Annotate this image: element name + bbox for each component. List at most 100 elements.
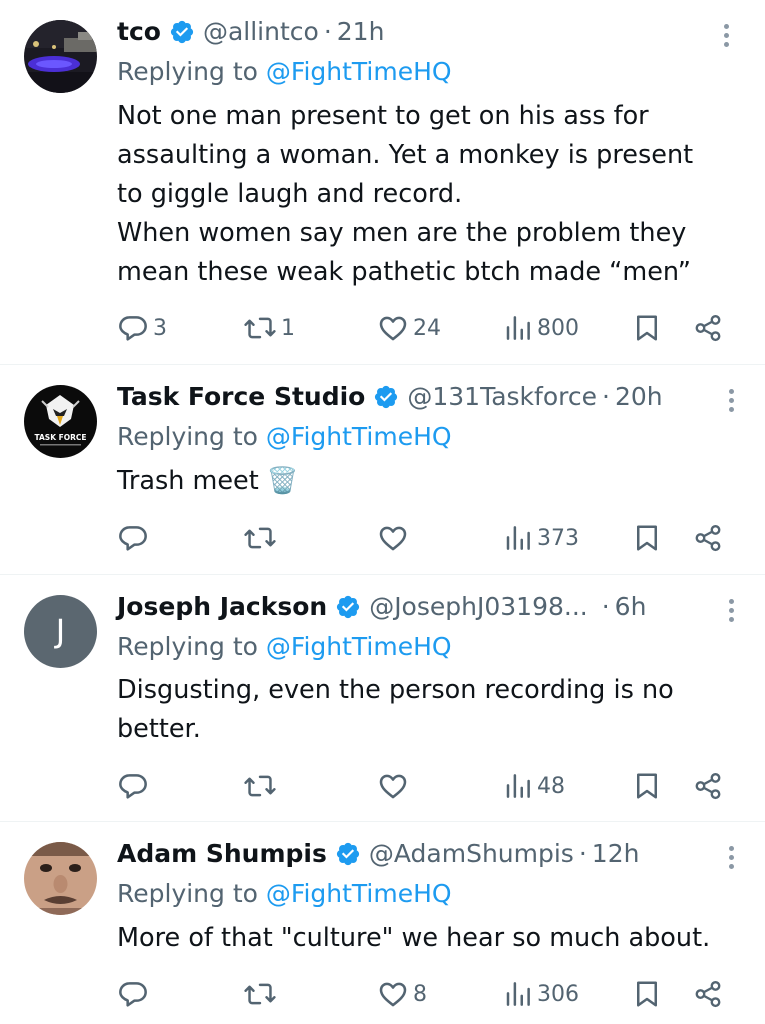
like-count: 8	[413, 981, 427, 1007]
bookmark-icon	[637, 315, 657, 341]
views-button[interactable]: 48	[503, 766, 565, 806]
retweet-button[interactable]	[243, 766, 277, 806]
avatar[interactable]: J	[24, 595, 97, 668]
share-button[interactable]	[693, 974, 723, 1014]
replying-mention[interactable]: @FightTimeHQ	[266, 632, 452, 661]
views-icon	[506, 526, 530, 550]
tweet-text-line: assaulting a woman. Yet a monkey is pres…	[117, 140, 694, 170]
timestamp[interactable]: 6h	[615, 588, 647, 626]
reply-button[interactable]	[117, 974, 149, 1014]
share-button[interactable]	[693, 766, 723, 806]
views-button[interactable]: 373	[503, 518, 579, 558]
verified-badge-icon	[337, 595, 360, 619]
more-options-icon[interactable]	[721, 24, 731, 50]
tweet-header: Adam Shumpis @AdamShumpis · 12h	[117, 835, 639, 873]
author-handle[interactable]: @allintco	[203, 13, 319, 51]
author-handle[interactable]: @131Taskforce	[407, 378, 597, 416]
views-count: 800	[537, 315, 579, 341]
retweet-icon	[244, 775, 276, 797]
share-icon	[695, 980, 721, 1008]
like-button[interactable]	[377, 766, 409, 806]
author-handle[interactable]: @JosephJ03198...	[369, 588, 588, 626]
bookmark-button[interactable]	[632, 766, 662, 806]
tweet-header: tco @allintco · 21h	[117, 13, 384, 51]
avatar[interactable]: TASK FORCE	[24, 385, 97, 458]
avatar-logo-text: TASK FORCE	[34, 433, 86, 442]
views-count: 306	[537, 981, 579, 1007]
action-bar: 48	[117, 766, 732, 806]
replying-to: Replying to @FightTimeHQ	[117, 628, 452, 666]
share-button[interactable]	[693, 518, 723, 558]
share-icon	[695, 524, 721, 552]
tweet[interactable]: J Joseph Jackson @JosephJ03198... · 6h R…	[0, 575, 765, 821]
bookmark-button[interactable]	[632, 518, 662, 558]
bookmark-button[interactable]	[632, 974, 662, 1014]
retweet-icon	[244, 317, 276, 339]
action-bar: 8 306	[117, 974, 732, 1014]
separator: ·	[323, 17, 332, 46]
retweet-button[interactable]	[243, 518, 277, 558]
tweet-text: More of that "culture" we hear so much a…	[117, 919, 742, 958]
tweet-text-line: better.	[117, 714, 201, 744]
replying-mention[interactable]: @FightTimeHQ	[266, 422, 452, 451]
author-name[interactable]: Joseph Jackson	[117, 588, 327, 626]
more-options-icon[interactable]	[726, 389, 736, 415]
action-bar: 373	[117, 518, 732, 558]
like-icon	[379, 982, 407, 1007]
share-icon	[695, 314, 721, 342]
more-options-icon[interactable]	[726, 599, 736, 625]
like-button[interactable]: 24	[377, 308, 441, 348]
retweet-button[interactable]: 1	[243, 308, 295, 348]
retweet-button[interactable]	[243, 974, 277, 1014]
author-handle[interactable]: @AdamShumpis	[369, 835, 574, 873]
replying-label: Replying to	[117, 57, 266, 86]
tweet-text: Not one man present to get on his ass fo…	[117, 97, 742, 292]
tweet[interactable]: Adam Shumpis @AdamShumpis · 12h Replying…	[0, 822, 765, 1024]
views-icon	[506, 774, 530, 798]
author-name[interactable]: Task Force Studio	[117, 378, 365, 416]
tweet-text-line: mean these weak pathetic btch made “men”	[117, 257, 691, 287]
timestamp[interactable]: 21h	[337, 13, 385, 51]
reply-button[interactable]	[117, 518, 149, 558]
reply-button[interactable]: 3	[117, 308, 167, 348]
tweet[interactable]: tco @allintco · 21h Replying to @FightTi…	[0, 0, 765, 364]
retweet-icon	[244, 983, 276, 1005]
views-icon	[506, 316, 530, 340]
replying-label: Replying to	[117, 879, 266, 908]
tweet-text-line: More of that "culture" we hear so much a…	[117, 923, 711, 953]
replying-mention[interactable]: @FightTimeHQ	[266, 879, 452, 908]
tweet-text-line: When women say men are the problem they	[117, 218, 687, 248]
author-name[interactable]: tco	[117, 13, 161, 51]
tweet-header: Joseph Jackson @JosephJ03198... · 6h	[117, 588, 646, 626]
reply-button[interactable]	[117, 766, 149, 806]
like-icon	[379, 774, 407, 799]
bookmark-icon	[637, 525, 657, 551]
like-button[interactable]	[377, 518, 409, 558]
views-button[interactable]: 800	[503, 308, 579, 348]
author-name[interactable]: Adam Shumpis	[117, 835, 327, 873]
tweet-header: Task Force Studio @131Taskforce · 20h	[117, 378, 663, 416]
bookmark-icon	[637, 981, 657, 1007]
more-options-icon[interactable]	[726, 846, 736, 872]
replying-label: Replying to	[117, 422, 266, 451]
replying-mention[interactable]: @FightTimeHQ	[266, 57, 452, 86]
reply-icon	[119, 526, 147, 551]
share-button[interactable]	[693, 308, 723, 348]
bookmark-button[interactable]	[632, 308, 662, 348]
separator: ·	[601, 382, 610, 411]
views-count: 373	[537, 525, 579, 551]
views-count: 48	[537, 773, 565, 799]
like-icon	[379, 316, 407, 341]
timestamp[interactable]: 12h	[592, 835, 640, 873]
like-button[interactable]: 8	[377, 974, 427, 1014]
views-button[interactable]: 306	[503, 974, 579, 1014]
avatar[interactable]	[24, 842, 97, 915]
reply-icon	[119, 982, 147, 1007]
timestamp[interactable]: 20h	[615, 378, 663, 416]
avatar[interactable]	[24, 20, 97, 93]
bookmark-icon	[637, 773, 657, 799]
share-icon	[695, 772, 721, 800]
tweet[interactable]: TASK FORCE Task Force Studio @131Taskfor…	[0, 365, 765, 573]
tweet-text-line: to giggle laugh and record.	[117, 179, 463, 209]
retweet-count: 1	[281, 315, 295, 341]
